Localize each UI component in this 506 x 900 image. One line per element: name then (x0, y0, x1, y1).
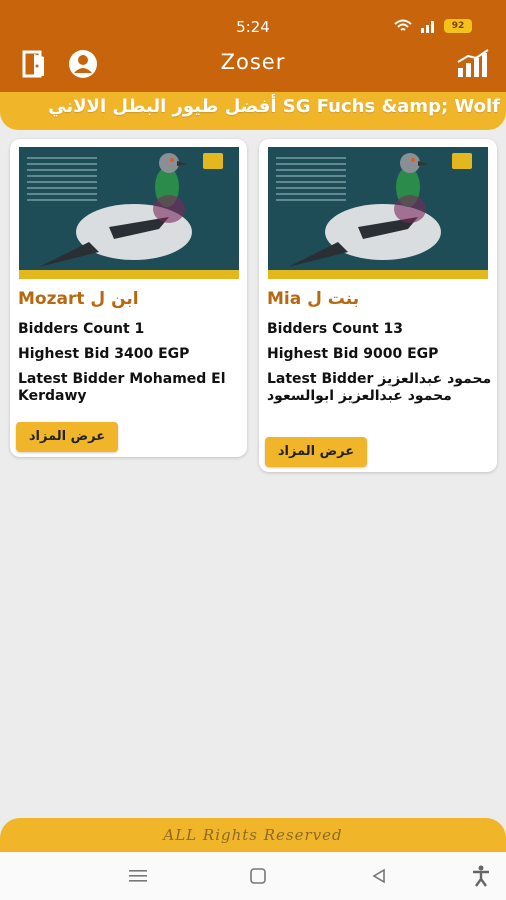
back-button[interactable] (366, 864, 392, 888)
app-title: Zoser (220, 50, 286, 74)
pigeon-image (288, 153, 441, 267)
battery-indicator: 92 (444, 19, 472, 33)
view-auction-button[interactable]: عرض المزاد (265, 437, 367, 467)
app-bar: 5:24 92 Zoser (0, 0, 506, 92)
pigeon-photo (268, 147, 488, 279)
accessibility-button[interactable] (468, 864, 494, 888)
status-bar: 5:24 92 (0, 0, 506, 40)
pigeon-image (39, 153, 192, 267)
recent-apps-button[interactable] (125, 864, 151, 888)
accessibility-icon (473, 865, 489, 887)
banner: أفضل طيور البطل الالاني SG Fuchs &amp; W… (0, 92, 506, 130)
chart-bars-icon (457, 49, 489, 77)
system-nav-bar (0, 852, 506, 900)
footer-text: ALL Rights Reserved (163, 826, 343, 844)
highest-bid: Highest Bid 3400 EGP (18, 346, 190, 362)
auction-card[interactable]: Mia بنت ل Bidders Count 13 Highest Bid 9… (259, 139, 497, 472)
triangle-back-icon (372, 868, 385, 884)
home-button[interactable] (245, 864, 271, 888)
bidders-count: Bidders Count 13 (267, 321, 403, 337)
status-icons: 92 (394, 19, 472, 33)
auction-card[interactable]: Mozart ابن ل Bidders Count 1 Highest Bid… (10, 139, 247, 457)
footer: ALL Rights Reserved (0, 818, 506, 852)
highest-bid: Highest Bid 9000 EGP (267, 346, 439, 362)
latest-bidder: Latest Bidder Mohamed El Kerdawy (18, 371, 226, 404)
signal-icon (421, 21, 434, 33)
bird-name: Mia بنت ل (267, 289, 360, 309)
menu-lines-icon (129, 870, 147, 882)
square-home-icon (250, 868, 266, 884)
bidders-count: Bidders Count 1 (18, 321, 145, 337)
view-auction-button[interactable]: عرض المزاد (16, 422, 118, 452)
bird-name: Mozart ابن ل (18, 289, 139, 309)
stats-button[interactable] (456, 48, 492, 82)
pigeon-photo (19, 147, 239, 279)
banner-text: أفضل طيور البطل الالاني SG Fuchs &amp; W… (48, 96, 500, 117)
latest-bidder: Latest Bidder محمود عبدالعزيز محمود عبدا… (267, 371, 492, 404)
wifi-icon (394, 19, 412, 31)
